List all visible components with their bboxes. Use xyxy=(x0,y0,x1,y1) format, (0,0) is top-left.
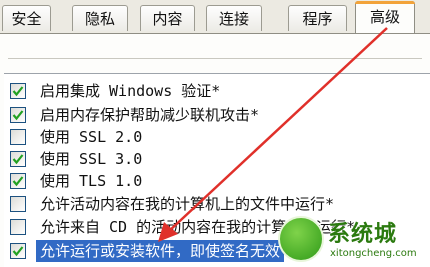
watermark-logo: 系统城 xitongcheng.com xyxy=(268,212,428,266)
watermark-emblem xyxy=(278,216,324,262)
arrow-shaft xyxy=(167,27,388,233)
watermark-brand: 系统城 xyxy=(328,222,398,247)
watermark-url: xitongcheng.com xyxy=(330,248,417,259)
